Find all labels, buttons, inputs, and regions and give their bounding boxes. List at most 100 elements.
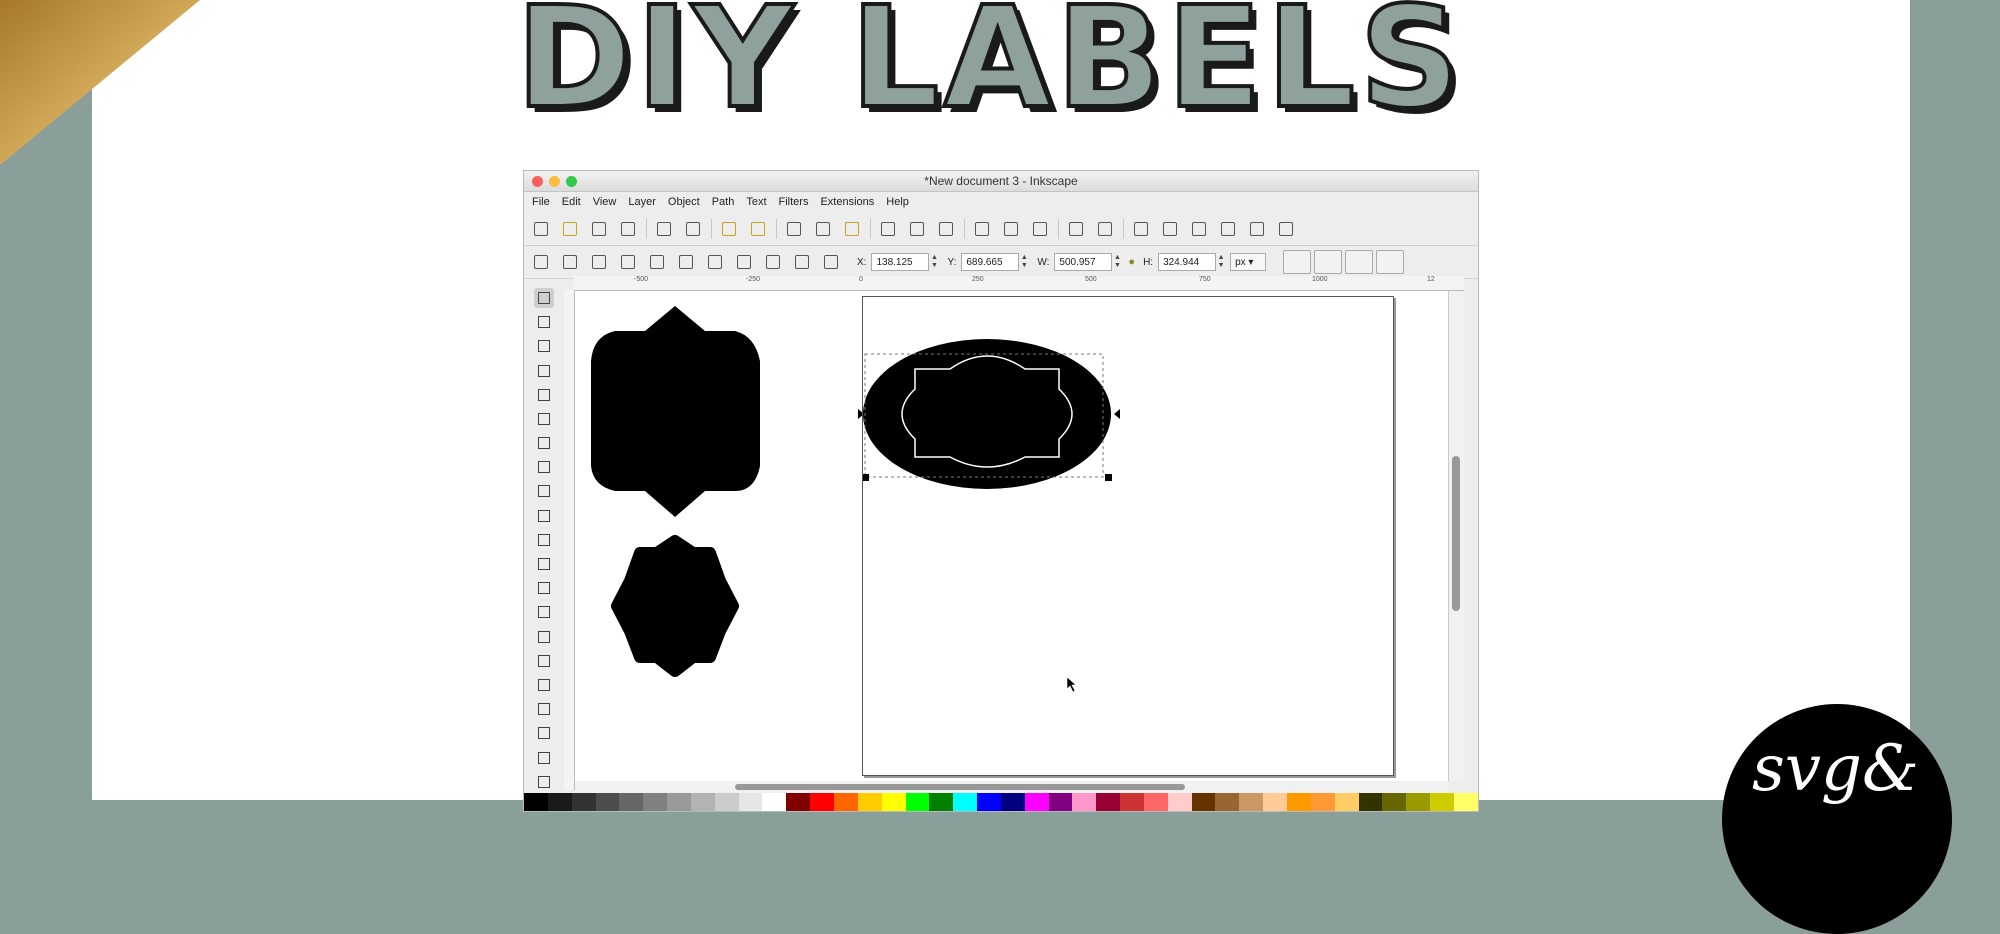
color-swatch[interactable] xyxy=(714,793,739,811)
color-swatch[interactable] xyxy=(1143,793,1168,811)
spiral-icon[interactable] xyxy=(534,506,554,526)
zoom-selection-icon[interactable] xyxy=(877,218,899,240)
label-shape-scalloped[interactable] xyxy=(611,535,739,677)
menu-text[interactable]: Text xyxy=(746,196,766,208)
preferences-icon[interactable] xyxy=(1246,218,1268,240)
text-icon[interactable] xyxy=(534,602,554,622)
horizontal-scroll-thumb[interactable] xyxy=(735,784,1185,790)
raise-icon[interactable] xyxy=(762,251,784,273)
scale-stroke-toggle[interactable] xyxy=(1283,250,1312,274)
deselect-icon[interactable] xyxy=(588,251,610,273)
color-swatch[interactable] xyxy=(524,793,548,811)
drawing-canvas[interactable] xyxy=(575,291,1448,781)
pen-icon[interactable] xyxy=(534,554,554,574)
flip-horizontal-icon[interactable] xyxy=(675,251,697,273)
flip-vertical-icon[interactable] xyxy=(704,251,726,273)
vertical-scrollbar[interactable] xyxy=(1448,291,1465,781)
color-swatch[interactable] xyxy=(1120,793,1144,811)
print-icon[interactable] xyxy=(617,218,639,240)
color-swatch[interactable] xyxy=(619,793,644,811)
ellipse-icon[interactable] xyxy=(534,457,554,477)
color-swatch[interactable] xyxy=(595,793,620,811)
cut-icon[interactable] xyxy=(812,218,834,240)
tweak-icon[interactable] xyxy=(534,336,554,356)
color-swatch[interactable] xyxy=(1215,793,1240,811)
scale-corners-toggle[interactable] xyxy=(1314,250,1343,274)
open-icon[interactable] xyxy=(559,218,581,240)
select-all-icon[interactable] xyxy=(530,251,552,273)
ungroup-icon[interactable] xyxy=(1000,218,1022,240)
eraser-icon[interactable] xyxy=(534,651,554,671)
select-icon[interactable] xyxy=(534,288,554,308)
lower-icon[interactable] xyxy=(791,251,813,273)
color-swatch[interactable] xyxy=(1287,793,1311,811)
color-swatch[interactable] xyxy=(1453,793,1478,811)
color-swatch[interactable] xyxy=(762,793,787,811)
lower-to-bottom-icon[interactable] xyxy=(820,251,842,273)
mesh-icon[interactable] xyxy=(534,723,554,743)
h-field[interactable]: 324.944 xyxy=(1158,253,1217,271)
import-icon[interactable] xyxy=(653,218,675,240)
color-swatch[interactable] xyxy=(738,793,763,811)
group-icon[interactable] xyxy=(971,218,993,240)
node-icon[interactable] xyxy=(534,312,554,332)
color-swatch[interactable] xyxy=(857,793,882,811)
w-field[interactable]: 500.957 xyxy=(1054,253,1113,271)
undo-icon[interactable] xyxy=(718,218,740,240)
color-swatch[interactable] xyxy=(571,793,596,811)
menu-help[interactable]: Help xyxy=(886,196,909,208)
transform-patterns-toggle[interactable] xyxy=(1376,250,1405,274)
color-swatch[interactable] xyxy=(643,793,668,811)
color-swatch[interactable] xyxy=(833,793,858,811)
pencil-icon[interactable] xyxy=(534,530,554,550)
color-swatch[interactable] xyxy=(547,793,572,811)
label-shape-large[interactable] xyxy=(591,306,760,517)
color-swatch[interactable] xyxy=(1191,793,1216,811)
color-swatch[interactable] xyxy=(905,793,930,811)
bucket-icon[interactable] xyxy=(534,675,554,695)
transform-icon[interactable] xyxy=(1275,218,1297,240)
color-swatch[interactable] xyxy=(1048,793,1073,811)
vertical-scroll-thumb[interactable] xyxy=(1452,456,1460,611)
menu-edit[interactable]: Edit xyxy=(562,196,581,208)
export-icon[interactable] xyxy=(682,218,704,240)
menu-object[interactable]: Object xyxy=(668,196,700,208)
color-swatch[interactable] xyxy=(1072,793,1097,811)
save-icon[interactable] xyxy=(588,218,610,240)
color-swatch[interactable] xyxy=(1263,793,1287,811)
color-swatch[interactable] xyxy=(1310,793,1335,811)
color-swatch[interactable] xyxy=(881,793,906,811)
color-swatch[interactable] xyxy=(977,793,1001,811)
w-spinner[interactable]: ▲ ▼ xyxy=(1112,253,1122,271)
star-icon[interactable] xyxy=(534,482,554,502)
menu-filters[interactable]: Filters xyxy=(779,196,809,208)
color-swatch[interactable] xyxy=(810,793,834,811)
rect-icon[interactable] xyxy=(534,409,554,429)
duplicate-icon[interactable] xyxy=(783,218,805,240)
select-all-layers-icon[interactable] xyxy=(559,251,581,273)
3dbox-icon[interactable] xyxy=(534,433,554,453)
color-swatch[interactable] xyxy=(1167,793,1192,811)
raise-to-top-icon[interactable] xyxy=(733,251,755,273)
fill-stroke-icon[interactable] xyxy=(1188,218,1210,240)
zoom-icon[interactable] xyxy=(534,361,554,381)
align-icon[interactable] xyxy=(1029,218,1051,240)
color-swatch[interactable] xyxy=(1096,793,1121,811)
label-shape-selected[interactable] xyxy=(863,339,1111,489)
gradient-icon[interactable] xyxy=(534,699,554,719)
xml-editor-icon[interactable] xyxy=(1094,218,1116,240)
h-spinner[interactable]: ▲ ▼ xyxy=(1216,253,1226,271)
color-swatch[interactable] xyxy=(929,793,954,811)
connector-icon[interactable] xyxy=(534,772,554,792)
zoom-drawing-icon[interactable] xyxy=(906,218,928,240)
menu-path[interactable]: Path xyxy=(712,196,735,208)
color-swatch[interactable] xyxy=(1358,793,1383,811)
rotate-ccw-icon[interactable] xyxy=(617,251,639,273)
color-swatch[interactable] xyxy=(667,793,691,811)
paste-icon[interactable] xyxy=(841,218,863,240)
menu-file[interactable]: File xyxy=(532,196,550,208)
spray-icon[interactable] xyxy=(534,627,554,647)
dropper-icon[interactable] xyxy=(534,748,554,768)
x-field[interactable]: 138.125 xyxy=(871,253,930,271)
calligraphy-icon[interactable] xyxy=(534,578,554,598)
